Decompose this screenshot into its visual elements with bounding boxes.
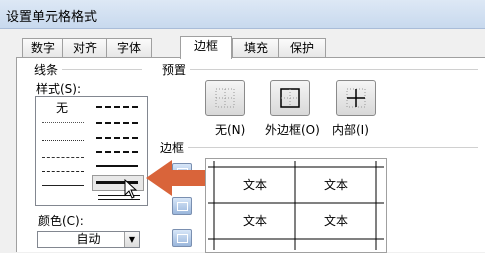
style-label: 样式(S): (36, 82, 82, 96)
line-style-medium-dashed[interactable] (96, 151, 138, 153)
preset-outline-button[interactable] (270, 80, 310, 116)
tab-border[interactable]: 边框 (180, 36, 232, 59)
border-group-divider (188, 147, 478, 148)
preset-inside-label: 内部(I) (332, 123, 369, 137)
line-style-slant-dash-dot[interactable] (96, 122, 138, 124)
line-style-list[interactable]: 无 (35, 96, 148, 206)
tab-alignment[interactable]: 对齐 (62, 38, 108, 58)
preset-none-label: 无(N) (215, 123, 246, 137)
line-style-medium[interactable] (96, 165, 138, 167)
title-bar: 设置单元格格式 (0, 0, 485, 29)
preset-inside-button[interactable] (336, 80, 376, 116)
mouse-cursor-icon (124, 179, 138, 199)
line-group-label: 线条 (34, 63, 59, 77)
inside-border-icon (346, 88, 366, 108)
tab-protection[interactable]: 保护 (278, 38, 326, 58)
preview-cell: 文本 (323, 214, 348, 228)
bottom-border-button[interactable] (172, 229, 192, 247)
line-style-medium-dash-dot-dot[interactable] (96, 106, 138, 108)
preview-cell: 文本 (242, 178, 267, 192)
preview-cell: 文本 (242, 214, 267, 228)
presets-group-label: 预置 (162, 63, 187, 77)
color-select-value: 自动 (76, 232, 101, 246)
border-preview[interactable]: 文本 文本 文本 文本 (205, 158, 387, 253)
color-select[interactable]: 自动 ▼ (37, 231, 140, 248)
line-style-hair[interactable] (42, 122, 84, 123)
chevron-down-icon[interactable]: ▼ (124, 232, 139, 247)
middle-border-button[interactable] (172, 197, 192, 215)
tab-fill[interactable]: 填充 (232, 38, 280, 58)
preview-cell: 文本 (323, 178, 348, 192)
outline-border-icon (280, 88, 300, 108)
no-border-icon (215, 88, 235, 108)
line-style-none-label: 无 (56, 101, 69, 115)
line-style-dash-dot-dot[interactable] (42, 157, 84, 158)
tab-number[interactable]: 数字 (22, 38, 64, 58)
line-style-dash-dot[interactable] (42, 171, 84, 172)
color-label: 颜色(C): (38, 214, 84, 228)
line-group-divider (62, 69, 142, 70)
preset-outline-label: 外边框(O) (265, 123, 320, 137)
line-style-dotted[interactable] (42, 140, 84, 141)
line-style-thin[interactable] (42, 185, 84, 186)
border-group-label: 边框 (160, 141, 185, 155)
presets-divider (190, 69, 478, 70)
preset-none-button[interactable] (205, 80, 245, 116)
window-title: 设置单元格格式 (6, 10, 98, 25)
line-style-medium-dash-dot[interactable] (96, 137, 138, 139)
tab-font[interactable]: 字体 (106, 38, 152, 58)
bottom-border-icon (177, 234, 188, 243)
inside-horizontal-border-icon (177, 202, 188, 211)
